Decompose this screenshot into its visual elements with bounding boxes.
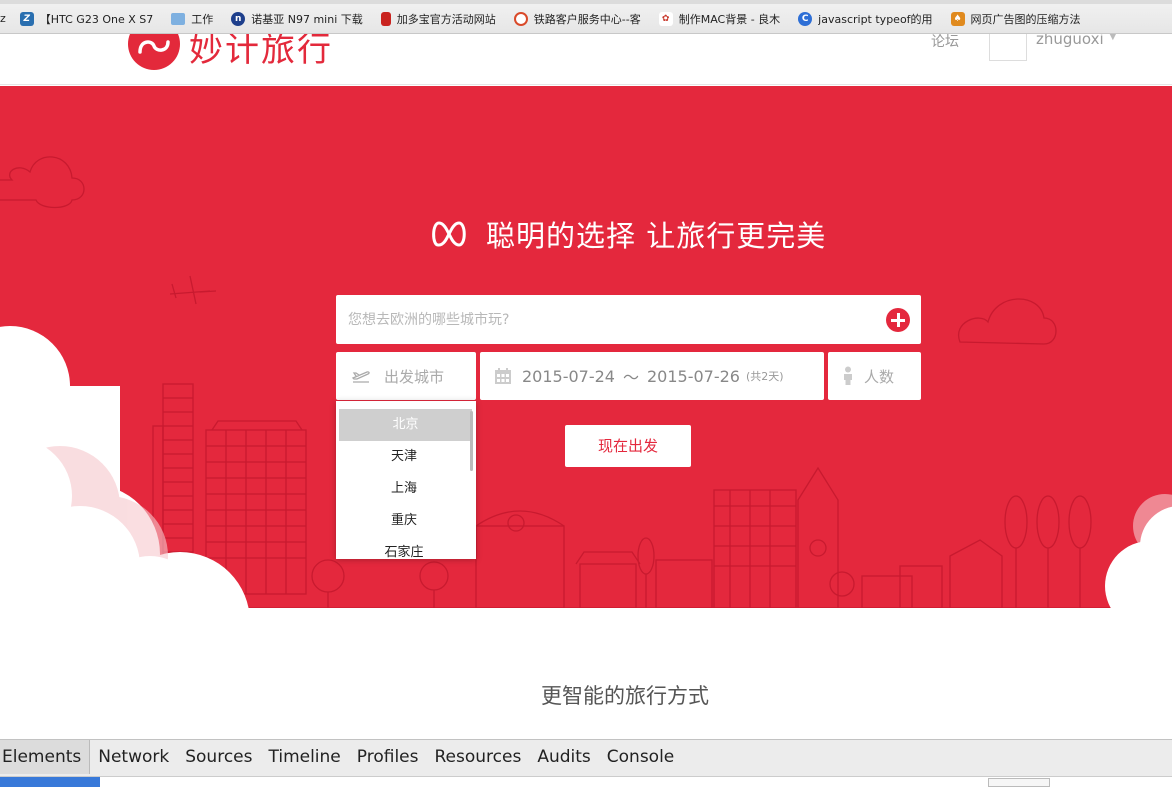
travel-dates-field[interactable]: 2015-07-24 ～ 2015-07-26 (共2天) xyxy=(480,352,824,400)
city-option[interactable]: 石家庄 xyxy=(336,537,472,559)
bookmark-label: 制作MAC背景 - 良木 xyxy=(678,12,781,26)
city-option[interactable]: 重庆 xyxy=(336,505,472,537)
chevron-down-icon[interactable]: ▼ xyxy=(1109,34,1117,42)
web-icon: ♠ xyxy=(950,11,965,26)
folder-icon xyxy=(171,12,186,25)
bookmark-item[interactable]: 铁路客户服务中心--客 xyxy=(513,0,641,33)
bookmark-item[interactable]: z xyxy=(0,0,6,33)
devtools-panel: Elements Network Sources Timeline Profil… xyxy=(0,739,1172,787)
bookmark-item[interactable]: n 诺基亚 N97 mini 下载 xyxy=(231,0,363,33)
bookmark-item[interactable]: ♠ 网页广告图的压缩方法 xyxy=(950,0,1081,33)
liangmu-icon: ✿ xyxy=(658,11,673,26)
username[interactable]: zhuguoxi xyxy=(1036,34,1104,48)
avatar[interactable] xyxy=(989,34,1027,61)
depart-city-label: 出发城市 xyxy=(384,367,445,386)
destination-search xyxy=(336,295,921,344)
tab-resources[interactable]: Resources xyxy=(427,740,530,774)
date-separator: ～ xyxy=(622,368,639,387)
n-icon: n xyxy=(231,11,246,26)
tab-network[interactable]: Network xyxy=(90,740,177,774)
destination-search-input[interactable] xyxy=(336,295,876,344)
tab-strip-edge xyxy=(0,0,1172,4)
brand-name[interactable]: 妙计旅行 xyxy=(189,34,333,71)
htc-icon: Z xyxy=(19,11,34,26)
tab-sources[interactable]: Sources xyxy=(177,740,260,774)
date-end: 2015-07-26 xyxy=(647,366,740,386)
brand-mark-icon xyxy=(432,221,466,247)
date-duration: (共2天) xyxy=(745,370,784,383)
tab-profiles[interactable]: Profiles xyxy=(349,740,427,774)
bookmark-label: 工作 xyxy=(191,12,214,26)
airplane-takeoff-icon xyxy=(350,366,372,386)
bookmark-item[interactable]: 工作 xyxy=(171,0,214,33)
nav-forum-link[interactable]: 论坛 xyxy=(931,34,959,51)
person-icon xyxy=(842,366,854,386)
calendar-icon xyxy=(492,366,514,386)
add-destination-icon[interactable] xyxy=(886,308,910,332)
bookmark-item[interactable]: Z 【HTC G23 One X S7 xyxy=(19,0,154,33)
depart-city-dropdown[interactable]: 北京 天津 上海 重庆 石家庄 xyxy=(336,401,476,559)
depart-city-field[interactable]: 出发城市 xyxy=(336,352,476,400)
tab-timeline[interactable]: Timeline xyxy=(260,740,348,774)
dropdown-scrollbar[interactable] xyxy=(470,411,473,471)
bookmark-label: 加多宝官方活动网站 xyxy=(396,12,496,26)
slogan-text: 聪明的选择 让旅行更完美 xyxy=(486,219,827,253)
brand-logo-icon[interactable] xyxy=(128,34,180,70)
railway-icon xyxy=(513,11,528,26)
baidu-icon: C xyxy=(798,11,813,26)
people-count-label: 人数 xyxy=(864,367,895,386)
section-title: 更智能的旅行方式 xyxy=(541,684,709,708)
tab-elements[interactable]: Elements xyxy=(0,740,91,774)
bookmark-label: z xyxy=(0,12,6,25)
people-count-field[interactable]: 人数 xyxy=(828,352,921,400)
bookmark-item[interactable]: 加多宝官方活动网站 xyxy=(380,0,496,33)
bookmarks-bar: z Z 【HTC G23 One X S7 工作 n 诺基亚 N97 mini … xyxy=(0,0,1172,34)
bookmark-item[interactable]: ✿ 制作MAC背景 - 良木 xyxy=(658,0,781,33)
city-skyline-illustration xyxy=(0,156,1172,610)
city-option[interactable]: 天津 xyxy=(336,441,472,473)
bookmark-label: 铁路客户服务中心--客 xyxy=(533,12,641,26)
devtools-tab-bar: Elements Network Sources Timeline Profil… xyxy=(0,740,1172,774)
tab-console[interactable]: Console xyxy=(599,740,683,774)
city-option[interactable]: 上海 xyxy=(336,473,472,505)
date-start: 2015-07-24 xyxy=(522,366,615,386)
city-option[interactable]: 北京 xyxy=(339,409,472,441)
hero-banner: 聪明的选择 让旅行更完美 出发城市 2015-07-24 ～ 2015-07-2… xyxy=(0,86,1172,610)
jdb-icon xyxy=(380,11,391,26)
slogan: 聪明的选择 让旅行更完美 xyxy=(430,213,826,255)
bookmark-label: 【HTC G23 One X S7 xyxy=(39,12,154,26)
bookmark-label: javascript typeof的用 xyxy=(818,12,933,26)
bookmark-label: 诺基亚 N97 mini 下载 xyxy=(251,12,363,26)
tab-audits[interactable]: Audits xyxy=(529,740,598,774)
site-header: 妙计旅行 论坛 zhuguoxi ▼ xyxy=(0,34,1172,85)
bookmark-item[interactable]: C javascript typeof的用 xyxy=(798,0,933,33)
bookmark-label: 网页广告图的压缩方法 xyxy=(970,12,1081,26)
start-trip-button[interactable]: 现在出发 xyxy=(565,425,691,467)
